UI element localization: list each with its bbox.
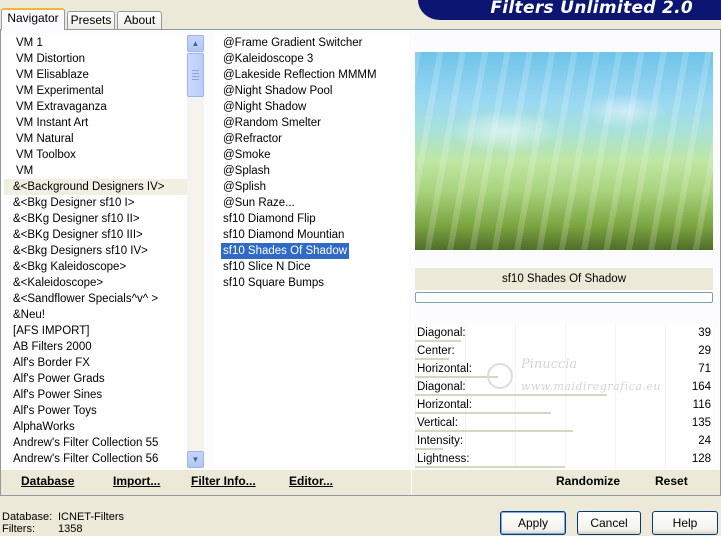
category-item[interactable]: AB Filters 2000: [4, 339, 187, 355]
parameter-value: 29: [698, 345, 711, 357]
reset-button[interactable]: Reset: [655, 474, 688, 488]
parameter-slider[interactable]: Diagonal: 39: [415, 324, 713, 342]
filter-list[interactable]: @Frame Gradient Switcher @Kaleidoscope 3 @…: [214, 35, 409, 468]
database-label: Database:: [2, 511, 53, 523]
category-item[interactable]: VM 1: [4, 35, 187, 51]
category-item[interactable]: VM Extravaganza: [4, 99, 187, 115]
category-item[interactable]: AlphaWorks: [4, 419, 187, 435]
filter-item[interactable]: sf10 Diamond Flip: [214, 211, 409, 227]
parameter-value: 24: [698, 435, 711, 447]
parameter-slider[interactable]: Vertical: 135: [415, 414, 713, 432]
category-item[interactable]: Alf's Power Grads: [4, 371, 187, 387]
parameter-level: [415, 466, 565, 468]
divider: [411, 470, 412, 495]
parameter-slider[interactable]: Lightness: 128: [415, 450, 713, 468]
filter-item[interactable]: @Smoke: [214, 147, 409, 163]
filter-item[interactable]: sf10 Diamond Mountian: [214, 227, 409, 243]
category-item[interactable]: Alf's Power Toys: [4, 403, 187, 419]
parameter-value: 71: [698, 363, 711, 375]
filter-item[interactable]: @Frame Gradient Switcher: [214, 35, 409, 51]
parameter-value: 116: [692, 399, 711, 411]
category-item[interactable]: &Neu!: [4, 307, 187, 323]
filter-info-button[interactable]: Filter Info...: [191, 474, 256, 488]
category-item[interactable]: &<BKg Designer sf10 III>: [4, 227, 187, 243]
filter-item[interactable]: sf10 Shades Of Shadow: [214, 243, 409, 259]
watermark-name: Pinuccia: [521, 357, 578, 372]
filters-label: Filters:: [2, 523, 35, 535]
scroll-down-button[interactable]: ▼: [187, 451, 204, 468]
filter-item[interactable]: @Refractor: [214, 131, 409, 147]
watermark: Pinuccia www.maidiregrafica.eu: [481, 357, 661, 393]
parameter-slider[interactable]: Horizontal: 116: [415, 396, 713, 414]
category-item[interactable]: VM Distortion: [4, 51, 187, 67]
tab-navigator[interactable]: Navigator: [1, 8, 65, 30]
randomize-button[interactable]: Randomize: [556, 474, 620, 488]
filter-item[interactable]: @Random Smelter: [214, 115, 409, 131]
category-item[interactable]: &<Bkg Kaleidoscope>: [4, 259, 187, 275]
category-item[interactable]: [AFS IMPORT]: [4, 323, 187, 339]
parameter-slider[interactable]: Intensity: 24: [415, 432, 713, 450]
category-scrollbar[interactable]: ▲ ▼: [187, 35, 204, 468]
tab-about[interactable]: About: [117, 11, 162, 30]
filters-count: 1358: [58, 523, 83, 535]
category-item[interactable]: Andrew's Filter Collection 55: [4, 435, 187, 451]
title-banner: Filters Unlimited 2.0: [418, 0, 721, 20]
tab-presets[interactable]: Presets: [67, 11, 115, 30]
filter-item[interactable]: @Lakeside Reflection MMMM: [214, 67, 409, 83]
progress-bar: [415, 292, 713, 303]
category-item[interactable]: &<Background Designers IV>: [4, 179, 187, 195]
help-button[interactable]: Help: [652, 511, 718, 535]
filter-item[interactable]: @Sun Raze...: [214, 195, 409, 211]
database-button[interactable]: Database: [21, 474, 74, 488]
filter-item[interactable]: @Night Shadow Pool: [214, 83, 409, 99]
category-item[interactable]: &<Bkg Designers sf10 IV>: [4, 243, 187, 259]
cancel-button[interactable]: Cancel: [577, 511, 641, 535]
category-item[interactable]: VM Elisablaze: [4, 67, 187, 83]
category-item[interactable]: VM Instant Art: [4, 115, 187, 131]
category-item[interactable]: VM: [4, 163, 187, 179]
category-item[interactable]: VM Experimental: [4, 83, 187, 99]
database-value: ICNET-Filters: [58, 511, 124, 523]
category-item[interactable]: &<Sandflower Specials^v^ >: [4, 291, 187, 307]
filter-item[interactable]: @Splish: [214, 179, 409, 195]
category-item[interactable]: Andrew's Filter Collection 56: [4, 451, 187, 467]
filter-item[interactable]: @Night Shadow: [214, 99, 409, 115]
category-item[interactable]: VM Toolbox: [4, 147, 187, 163]
category-item[interactable]: &<Kaleidoscope>: [4, 275, 187, 291]
filter-item[interactable]: sf10 Square Bumps: [214, 275, 409, 291]
action-bar: Database Import... Filter Info... Editor…: [1, 470, 720, 495]
category-item[interactable]: &<Bkg Designer sf10 I>: [4, 195, 187, 211]
parameter-value: 135: [691, 417, 711, 429]
navigator-frame: VM 1 VM Distortion VM Elisablaze VM Experim…: [0, 29, 721, 496]
category-item[interactable]: &<BKg Designer sf10 II>: [4, 211, 187, 227]
parameter-value: 39: [698, 327, 711, 339]
app-title: Filters Unlimited 2.0: [490, 0, 693, 18]
category-item[interactable]: VM Natural: [4, 131, 187, 147]
editor-button[interactable]: Editor...: [289, 474, 333, 488]
filter-item[interactable]: sf10 Slice N Dice: [214, 259, 409, 275]
watermark-url: www.maidiregrafica.eu: [521, 380, 662, 393]
category-item[interactable]: Alf's Border FX: [4, 355, 187, 371]
category-list[interactable]: VM 1 VM Distortion VM Elisablaze VM Experim…: [4, 35, 187, 468]
preview-filter-name: sf10 Shades Of Shadow: [415, 268, 713, 290]
parameter-value: 164: [691, 381, 711, 393]
parameter-value: 128: [691, 453, 711, 465]
scroll-thumb[interactable]: [187, 53, 204, 97]
filter-item[interactable]: @Splash: [214, 163, 409, 179]
parameter-sliders: Diagonal: 39 Center: 29 Horizontal: 71 Diagona…: [415, 324, 713, 468]
filter-item[interactable]: @Kaleidoscope 3: [214, 51, 409, 67]
scroll-up-button[interactable]: ▲: [187, 35, 204, 52]
filter-preview-image: [415, 52, 713, 250]
status-info: Database: ICNET-Filters Filters: 1358: [2, 511, 124, 535]
import-button[interactable]: Import...: [113, 474, 160, 488]
apply-button[interactable]: Apply: [500, 511, 566, 535]
category-item[interactable]: Alf's Power Sines: [4, 387, 187, 403]
